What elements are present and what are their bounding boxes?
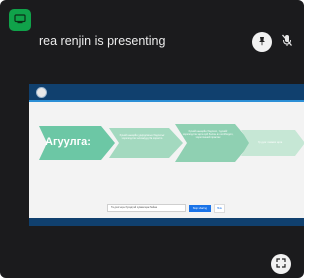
share-notice-text: Та дэлгэцээ бусадтай хуваалцаж байна [107, 204, 186, 212]
slide-step-3: Үр дүнг хэмжих арга [257, 141, 283, 144]
presenter-tile: rea renjin is presenting Агуулга: Хүний … [0, 0, 304, 278]
slide-step-1: Хүний нөөцийн удирдлагын бодлогыг хэрэгж… [119, 134, 165, 141]
pin-icon [257, 33, 267, 51]
screen-share-badge [9, 9, 31, 31]
pin-button[interactable] [252, 32, 272, 52]
screen-share-icon [14, 11, 26, 29]
hide-button[interactable]: Hide [213, 203, 225, 213]
organization-logo-icon [36, 86, 47, 98]
fullscreen-button[interactable] [271, 254, 291, 274]
slide-header [29, 84, 304, 102]
stop-sharing-button[interactable]: Stop sharing [188, 204, 211, 212]
mic-off-icon [280, 33, 294, 52]
screen-share-notice-bar: Та дэлгэцээ бусадтай хуваалцаж байна Sto… [107, 203, 225, 213]
fullscreen-icon [276, 255, 286, 273]
arrow-shape-2 [109, 128, 183, 158]
mute-indicator-button[interactable] [277, 32, 297, 52]
slide-step-2: Хүний нөөцийн бодлого, түүнийг хэрэгжүүл… [182, 130, 234, 140]
shared-screen: Агуулга: Хүний нөөцийн удирдлагын бодлог… [29, 84, 304, 226]
presenter-name-label: rea renjin is presenting [39, 34, 166, 48]
slide-title: Агуулга: [45, 136, 91, 148]
slide-footer [29, 218, 304, 226]
